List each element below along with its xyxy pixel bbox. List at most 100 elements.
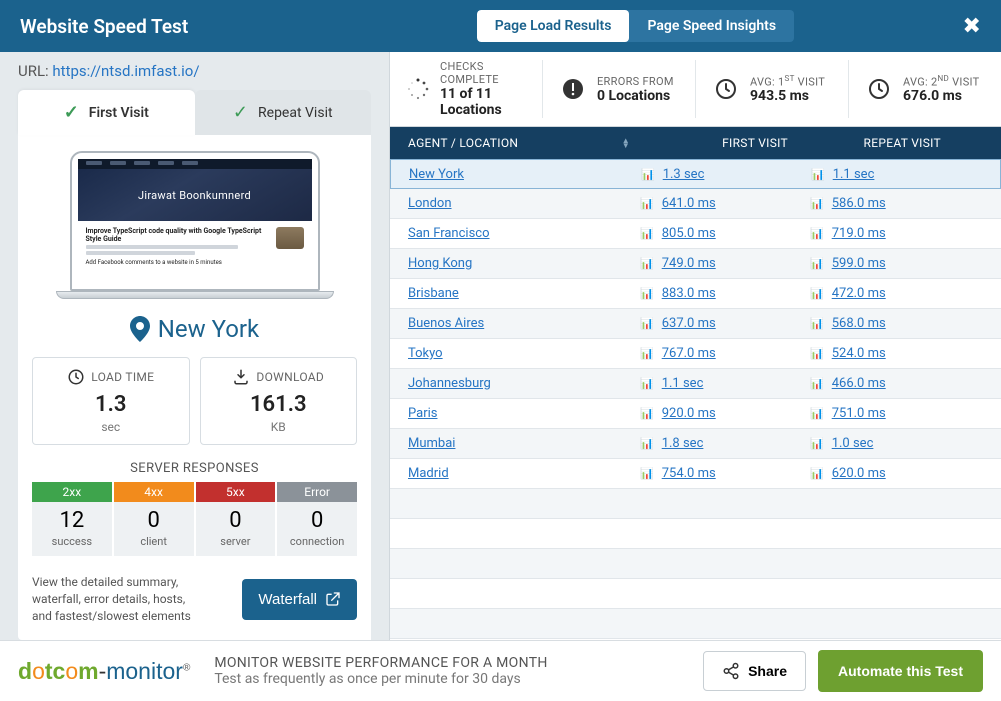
col-repeat-visit[interactable]: REPEAT VISIT: [810, 136, 1001, 150]
chart-icon[interactable]: 📊: [810, 407, 824, 420]
table-row[interactable]: Brisbane 📊 883.0 ms 📊 472.0 ms: [390, 279, 1001, 309]
first-visit-value[interactable]: 754.0 ms: [662, 466, 716, 481]
chart-icon[interactable]: 📊: [810, 467, 824, 480]
chart-icon[interactable]: 📊: [810, 257, 824, 270]
chart-icon[interactable]: 📊: [810, 437, 824, 450]
location-link[interactable]: San Francisco: [408, 226, 490, 241]
chart-icon[interactable]: 📊: [640, 257, 654, 270]
chart-icon[interactable]: 📊: [811, 168, 825, 181]
resp-4xx-label: client: [114, 535, 194, 556]
first-visit-value[interactable]: 767.0 ms: [662, 346, 716, 361]
chart-icon[interactable]: 📊: [640, 227, 654, 240]
automate-button[interactable]: Automate this Test: [818, 650, 983, 692]
chart-icon[interactable]: 📊: [640, 377, 654, 390]
table-row[interactable]: Hong Kong 📊 749.0 ms 📊 599.0 ms: [390, 249, 1001, 279]
first-visit-value[interactable]: 805.0 ms: [662, 226, 716, 241]
first-visit-value[interactable]: 883.0 ms: [662, 286, 716, 301]
tab-page-speed-insights[interactable]: Page Speed Insights: [629, 10, 794, 42]
chart-icon[interactable]: 📊: [640, 317, 654, 330]
repeat-visit-value[interactable]: 620.0 ms: [832, 466, 886, 481]
repeat-visit-value[interactable]: 466.0 ms: [832, 376, 886, 391]
chart-icon[interactable]: 📊: [640, 347, 654, 360]
repeat-visit-value[interactable]: 472.0 ms: [832, 286, 886, 301]
chart-icon[interactable]: 📊: [810, 287, 824, 300]
repeat-visit-value[interactable]: 524.0 ms: [832, 346, 886, 361]
table-row[interactable]: Johannesburg 📊 1.1 sec 📊 466.0 ms: [390, 369, 1001, 399]
chart-icon[interactable]: 📊: [810, 197, 824, 210]
repeat-visit-value[interactable]: 1.0 sec: [832, 436, 874, 451]
col-agent[interactable]: AGENT / LOCATION▲▼: [390, 136, 640, 150]
chart-icon[interactable]: 📊: [810, 317, 824, 330]
empty-row: [390, 489, 1001, 519]
location-link[interactable]: Johannesburg: [408, 376, 491, 391]
close-icon[interactable]: ✖: [963, 14, 981, 39]
first-visit-value[interactable]: 641.0 ms: [662, 196, 716, 211]
table-row[interactable]: Mumbai 📊 1.8 sec 📊 1.0 sec: [390, 429, 1001, 459]
summary-checks: CHECKS COMPLETE11 of 11 Locations: [390, 60, 542, 118]
tab-repeat-visit[interactable]: ✓ Repeat Visit: [195, 90, 372, 135]
clock-icon: [865, 75, 893, 103]
server-responses-title: SERVER RESPONSES: [32, 461, 357, 476]
resp-err-header: Error: [277, 482, 357, 502]
tab-page-load-results[interactable]: Page Load Results: [477, 10, 630, 42]
location-link[interactable]: Mumbai: [408, 436, 455, 451]
tab-first-visit[interactable]: ✓ First Visit: [18, 90, 195, 135]
location-link[interactable]: Brisbane: [408, 286, 459, 301]
location-link[interactable]: Tokyo: [408, 346, 443, 361]
table-row[interactable]: San Francisco 📊 805.0 ms 📊 719.0 ms: [390, 219, 1001, 249]
location-link[interactable]: New York: [409, 167, 464, 182]
first-visit-value[interactable]: 1.8 sec: [662, 436, 704, 451]
summary-errors-label: ERRORS FROM: [597, 75, 674, 88]
repeat-visit-value[interactable]: 599.0 ms: [832, 256, 886, 271]
empty-row: [390, 609, 1001, 639]
repeat-visit-value[interactable]: 719.0 ms: [832, 226, 886, 241]
table-row[interactable]: Tokyo 📊 767.0 ms 📊 524.0 ms: [390, 339, 1001, 369]
chart-icon[interactable]: 📊: [641, 168, 655, 181]
download-unit: KB: [271, 420, 286, 434]
col-first-visit[interactable]: FIRST VISIT: [640, 136, 810, 150]
location-link[interactable]: London: [408, 196, 452, 211]
first-visit-value[interactable]: 1.1 sec: [662, 376, 704, 391]
download-value: 161.3: [250, 392, 307, 417]
load-time-box: LOAD TIME 1.3 sec: [32, 357, 190, 445]
chart-icon[interactable]: 📊: [640, 437, 654, 450]
first-visit-value[interactable]: 749.0 ms: [662, 256, 716, 271]
detail-text: View the detailed summary, waterfall, er…: [32, 574, 202, 624]
chart-icon[interactable]: 📊: [640, 467, 654, 480]
location-link[interactable]: Madrid: [408, 466, 449, 481]
clock-icon: [712, 75, 740, 103]
chart-icon[interactable]: 📊: [810, 347, 824, 360]
table-row[interactable]: New York 📊 1.3 sec 📊 1.1 sec: [390, 159, 1001, 189]
share-button[interactable]: Share: [703, 651, 806, 691]
chart-icon[interactable]: 📊: [640, 407, 654, 420]
location-link[interactable]: Buenos Aires: [408, 316, 484, 331]
spinner-icon: [406, 75, 430, 103]
table-row[interactable]: Buenos Aires 📊 637.0 ms 📊 568.0 ms: [390, 309, 1001, 339]
repeat-visit-value[interactable]: 1.1 sec: [833, 167, 875, 182]
location-link[interactable]: Hong Kong: [408, 256, 472, 271]
table-row[interactable]: Madrid 📊 754.0 ms 📊 620.0 ms: [390, 459, 1001, 489]
site-preview: Jirawat Boonkumnerd Improve TypeScript c…: [32, 151, 357, 299]
repeat-visit-value[interactable]: 751.0 ms: [832, 406, 886, 421]
first-visit-value[interactable]: 637.0 ms: [662, 316, 716, 331]
external-link-icon: [325, 591, 341, 607]
chart-icon[interactable]: 📊: [810, 377, 824, 390]
waterfall-button[interactable]: Waterfall: [242, 579, 357, 620]
chart-icon[interactable]: 📊: [640, 197, 654, 210]
repeat-visit-value[interactable]: 568.0 ms: [832, 316, 886, 331]
location-link[interactable]: Paris: [408, 406, 437, 421]
resp-5xx-header: 5xx: [196, 482, 276, 502]
resp-err-label: connection: [277, 535, 357, 556]
repeat-visit-value[interactable]: 586.0 ms: [832, 196, 886, 211]
tested-url[interactable]: https://ntsd.imfast.io/: [52, 62, 199, 80]
summary-avg-first-value: 943.5 ms: [750, 88, 825, 104]
first-visit-value[interactable]: 1.3 sec: [663, 167, 705, 182]
chart-icon[interactable]: 📊: [640, 287, 654, 300]
chart-icon[interactable]: 📊: [810, 227, 824, 240]
table-row[interactable]: London 📊 641.0 ms 📊 586.0 ms: [390, 189, 1001, 219]
table-row[interactable]: Paris 📊 920.0 ms 📊 751.0 ms: [390, 399, 1001, 429]
first-visit-value[interactable]: 920.0 ms: [662, 406, 716, 421]
clock-icon: [67, 368, 85, 386]
resp-2xx-label: success: [32, 535, 112, 556]
avatar: [276, 227, 304, 249]
